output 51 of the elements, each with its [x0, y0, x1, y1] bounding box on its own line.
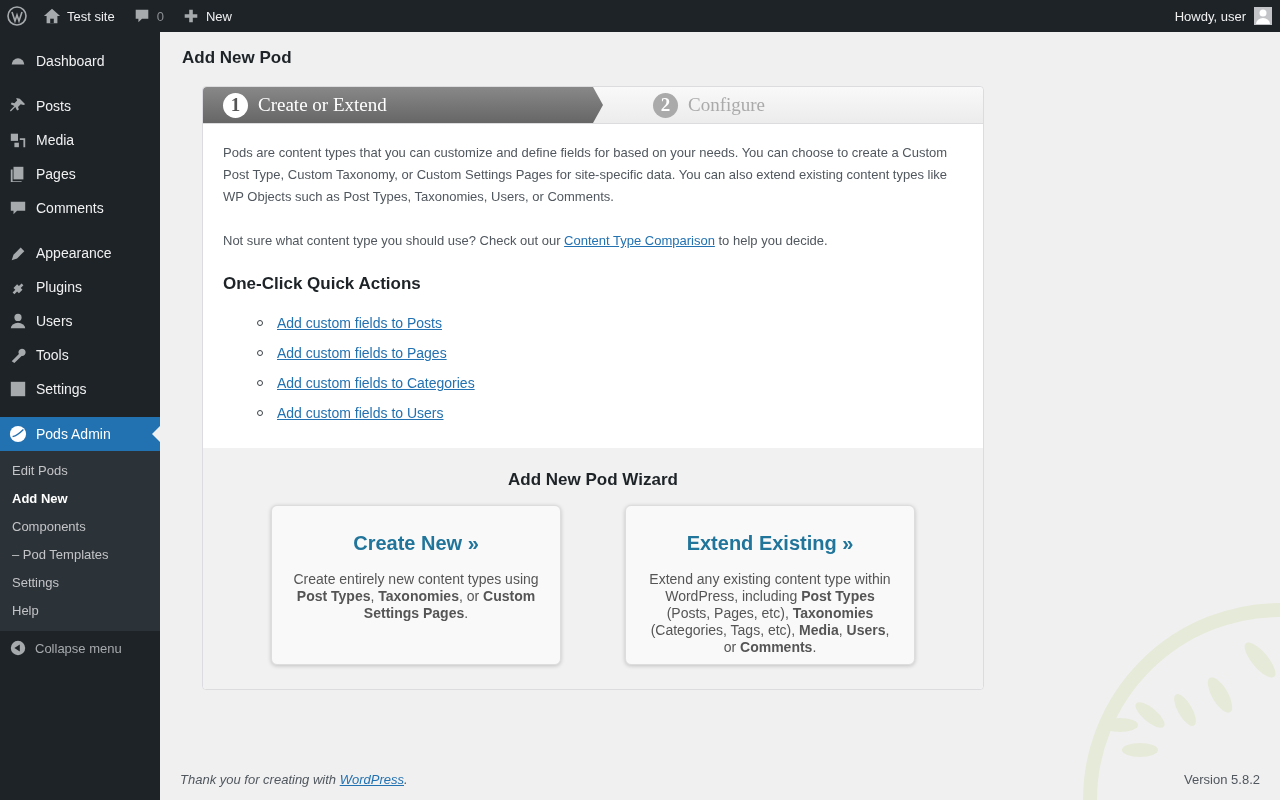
quick-action-link[interactable]: Add custom fields to Categories — [277, 375, 475, 391]
sidebar-item[interactable]: Media — [0, 123, 160, 157]
sidebar-item[interactable]: Tools — [0, 338, 160, 372]
sidebar-item[interactable]: Comments — [0, 191, 160, 225]
wordpress-logo-icon[interactable] — [7, 6, 27, 26]
help-paragraph: Not sure what content type you should use? Check out our Content Type Comparison to help you decide. — [223, 232, 829, 250]
submenu-item[interactable]: Add New — [0, 485, 160, 513]
option-description: Extend any existing content type within WordPress, including Post Types (Posts, Pages, etc), Taxonomies (Categories, Tags, etc), Media, Users, or Comments. — [648, 571, 892, 656]
quick-action-link[interactable]: Add custom fields to Posts — [277, 315, 442, 331]
submenu-item[interactable]: Components — [0, 513, 160, 541]
submenu-item[interactable]: – Pod Templates — [0, 541, 160, 569]
wordpress-link[interactable]: WordPress — [339, 772, 404, 787]
submenu-item[interactable]: Edit Pods — [0, 457, 160, 485]
page-title: Add New Pod — [182, 48, 293, 68]
new-content-link[interactable]: New — [181, 7, 232, 25]
sidebar-item[interactable]: Appearance — [0, 236, 160, 270]
menu-icon — [9, 312, 27, 330]
section-heading: One-Click Quick Actions — [223, 274, 422, 294]
sidebar-item[interactable]: Pods Admin — [0, 417, 160, 451]
leaf-logo-icon — [9, 425, 27, 443]
footer-text: Thank you for creating with WordPress. — [180, 772, 408, 787]
collapse-menu-button[interactable]: Collapse menu — [0, 631, 160, 665]
account-link[interactable]: Howdy, user — [1174, 7, 1272, 25]
option-card[interactable]: Create New » Create entirely new content types using Post Types, Taxonomies, or Custom Settings Pages. — [271, 505, 561, 665]
submenu-item[interactable]: Settings — [0, 569, 160, 597]
quick-action-link[interactable]: Add custom fields to Pages — [277, 345, 447, 361]
version-text: Version 5.8.2 — [1184, 772, 1260, 787]
option-title-link[interactable]: Extend Existing » — [686, 532, 854, 554]
sidebar-item[interactable]: Settings — [0, 372, 160, 406]
wizard-heading: Add New Pod Wizard — [507, 470, 679, 490]
avatar-icon — [1254, 7, 1272, 25]
menu-icon — [9, 131, 27, 149]
sidebar-item[interactable]: Posts — [0, 89, 160, 123]
quick-action-link[interactable]: Add custom fields to Users — [277, 405, 444, 421]
sidebar-item[interactable]: Pages — [0, 157, 160, 191]
comments-link[interactable]: 0 — [132, 7, 164, 25]
comparison-link[interactable]: Content Type Comparison — [564, 233, 715, 248]
submenu-item[interactable]: Help — [0, 597, 160, 625]
left-arrow-circle-icon — [9, 639, 27, 657]
menu-icon — [9, 346, 27, 364]
option-title-link[interactable]: Create New » — [353, 532, 479, 554]
sidebar-item[interactable]: Users — [0, 304, 160, 338]
wizard-step: 2 Configure — [633, 87, 766, 123]
option-card[interactable]: Extend Existing » Extend any existing content type within WordPress, including Post Types (Posts, Pages, etc), Taxonomies (Categories, Tags, etc), Media, Users, or Comments. — [625, 505, 915, 665]
home-icon — [43, 7, 61, 25]
sidebar-item[interactable]: Dashboard — [0, 44, 160, 78]
menu-icon — [9, 380, 27, 398]
intro-paragraph: Pods are content types that you can customize and define fields for based on your needs. You can choose to create a Custom Post Type, Custom Taxonomy, or Custom Settings Pages for site-specific data. You can also extend existing content types like WP Objects such as Post Types, Taxonomies, Users, or Comments. — [223, 144, 949, 206]
sidebar-item[interactable]: Plugins — [0, 270, 160, 304]
option-description: Create entirely new content types using Post Types, Taxonomies, or Custom Settings Pages. — [292, 571, 540, 622]
site-name-link[interactable]: Test site — [43, 7, 115, 25]
